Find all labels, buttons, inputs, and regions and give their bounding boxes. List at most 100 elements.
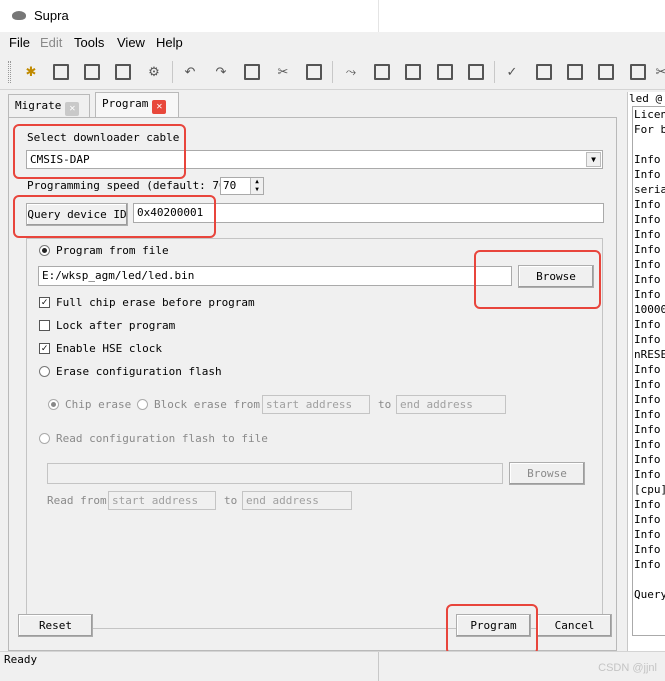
log-line: Info bbox=[634, 288, 661, 301]
read-start-address-input[interactable]: start address bbox=[108, 491, 216, 510]
log-line: Info bbox=[634, 273, 661, 286]
lock-after-label: Lock after program bbox=[56, 319, 176, 332]
full-chip-erase-checkbox[interactable]: ✓ bbox=[39, 297, 50, 308]
erase-start-address-input[interactable]: start address bbox=[262, 395, 370, 414]
build-p-icon[interactable] bbox=[404, 63, 422, 81]
status-bar: Ready CSDN @jjnl bbox=[0, 651, 665, 681]
paste-icon[interactable] bbox=[305, 63, 323, 81]
log-line: Info bbox=[634, 393, 661, 406]
spinner-arrows-icon[interactable]: ▲ ▼ bbox=[250, 178, 263, 194]
log-output[interactable]: Licen For b Info Info seria Info Info Info Info I… bbox=[632, 106, 665, 636]
read-end-address-input[interactable]: end address bbox=[242, 491, 352, 510]
log-line: Info bbox=[634, 258, 661, 271]
toolbar-grip[interactable] bbox=[8, 61, 11, 83]
enable-hse-label: Enable HSE clock bbox=[56, 342, 162, 355]
log-line: 10000 bbox=[634, 303, 665, 316]
chip-erase-label: Chip erase bbox=[65, 398, 132, 411]
menu-view[interactable]: View bbox=[117, 35, 145, 50]
full-chip-erase-label: Full chip erase before program bbox=[56, 296, 255, 309]
log-line: Info bbox=[634, 228, 661, 241]
log-line: Info bbox=[634, 198, 661, 211]
menu-help[interactable]: Help bbox=[156, 35, 183, 50]
memory-icon[interactable] bbox=[629, 63, 647, 81]
settings-icon[interactable]: ⚙ bbox=[145, 63, 163, 81]
compile-icon[interactable]: ⤳ bbox=[342, 63, 360, 81]
copy-icon[interactable] bbox=[243, 63, 261, 81]
toolbar: ✱ ⚙ ↶ ↷ ✂ ⤳ ✓ ✂ bbox=[0, 54, 665, 90]
redo-icon[interactable]: ↷ bbox=[212, 63, 230, 81]
log-line: nRESE bbox=[634, 348, 665, 361]
chip-icon[interactable] bbox=[566, 63, 584, 81]
program-button[interactable]: Program bbox=[456, 614, 531, 637]
speed-label: Programming speed (default: 70) bbox=[27, 179, 233, 192]
check-icon[interactable]: ✓ bbox=[503, 63, 521, 81]
browse-button[interactable]: Browse bbox=[518, 265, 594, 288]
log-line: Info bbox=[634, 363, 661, 376]
save-icon[interactable] bbox=[83, 63, 101, 81]
log-line: Info bbox=[634, 153, 661, 166]
window-title: Supra bbox=[34, 8, 69, 23]
save-as-icon[interactable] bbox=[114, 63, 132, 81]
close-icon[interactable]: ✕ bbox=[65, 102, 80, 116]
undo-icon[interactable]: ↶ bbox=[181, 63, 199, 81]
log-line: Info bbox=[634, 333, 661, 346]
enable-hse-checkbox[interactable]: ✓ bbox=[39, 343, 50, 354]
block-erase-label: Block erase from bbox=[154, 398, 260, 411]
board-icon[interactable] bbox=[597, 63, 615, 81]
read-config-radio[interactable] bbox=[39, 433, 50, 444]
tab-program[interactable]: Program ✕ bbox=[95, 92, 179, 118]
log-line: Info bbox=[634, 243, 661, 256]
read-config-label: Read configuration flash to file bbox=[56, 432, 268, 445]
log-line: Query bbox=[634, 588, 665, 601]
log-line: Info bbox=[634, 438, 661, 451]
chip-erase-radio[interactable] bbox=[48, 399, 59, 410]
select-cable-label: Select downloader cable bbox=[27, 131, 180, 144]
cable-select[interactable]: CMSIS-DAP ▼ bbox=[26, 150, 603, 169]
watermark: CSDN @jjnl bbox=[598, 662, 657, 674]
open-file-icon[interactable] bbox=[52, 63, 70, 81]
log-line: Info bbox=[634, 408, 661, 421]
erase-config-radio[interactable] bbox=[39, 366, 50, 377]
query-device-id-button[interactable]: Query device ID bbox=[26, 203, 128, 226]
status-text: Ready bbox=[4, 653, 38, 666]
file-path-field[interactable]: E:/wksp_agm/led/led.bin bbox=[38, 266, 512, 286]
new-file-icon[interactable]: ✱ bbox=[22, 63, 40, 81]
menu-tools[interactable]: Tools bbox=[74, 35, 104, 50]
program-file-icon[interactable] bbox=[535, 63, 553, 81]
read-from-label: Read from bbox=[47, 494, 107, 507]
speed-spinbox[interactable]: 70 ▲ ▼ bbox=[220, 177, 264, 195]
program-from-file-radio[interactable] bbox=[39, 245, 50, 256]
log-line: seria bbox=[634, 183, 665, 196]
menu-file[interactable]: File bbox=[9, 35, 30, 50]
log-pane: led @ Licen For b Info Info seria Info Info Inf… bbox=[627, 92, 665, 652]
log-line: For b bbox=[634, 123, 665, 136]
close-icon[interactable]: ✕ bbox=[152, 100, 167, 114]
title-bar: Supra bbox=[0, 0, 665, 32]
reset-button[interactable]: Reset bbox=[18, 614, 93, 637]
lock-after-checkbox[interactable] bbox=[39, 320, 50, 331]
tab-migrate-label: Migrate bbox=[15, 99, 62, 112]
erase-end-address-input[interactable]: end address bbox=[396, 395, 506, 414]
build-c-icon[interactable] bbox=[467, 63, 485, 81]
block-erase-radio[interactable] bbox=[137, 399, 148, 410]
log-line: Info bbox=[634, 468, 661, 481]
tab-migrate[interactable]: Migrate ✕ bbox=[8, 94, 90, 118]
log-line: [cpu] bbox=[634, 483, 665, 496]
erase-to-label: to bbox=[378, 398, 392, 411]
read-file-path-field[interactable] bbox=[47, 463, 503, 484]
browse-read-button[interactable]: Browse bbox=[509, 462, 585, 485]
chevron-down-icon[interactable]: ▼ bbox=[586, 152, 601, 167]
cut-icon[interactable]: ✂ bbox=[274, 63, 292, 81]
log-line: Info bbox=[634, 378, 661, 391]
build-a-icon[interactable] bbox=[373, 63, 391, 81]
log-line: Info bbox=[634, 318, 661, 331]
cancel-button[interactable]: Cancel bbox=[537, 614, 612, 637]
menu-edit[interactable]: Edit bbox=[40, 35, 62, 50]
build-d-icon[interactable] bbox=[436, 63, 454, 81]
tools-icon[interactable]: ✂ bbox=[652, 63, 665, 81]
device-id-field[interactable]: 0x40200001 bbox=[133, 203, 604, 223]
log-line: Info bbox=[634, 528, 661, 541]
speed-value: 70 bbox=[223, 179, 237, 192]
